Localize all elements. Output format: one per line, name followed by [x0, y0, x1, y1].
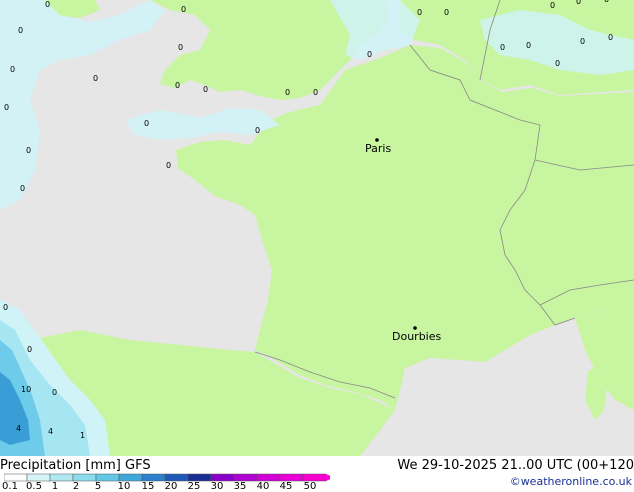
legend-label-10: 35: [233, 481, 247, 492]
grid-value-30: 10: [21, 385, 31, 394]
map-title: Precipitation [mm] GFS: [0, 458, 151, 473]
grid-value-14: 0: [313, 88, 318, 97]
grid-value-12: 0: [255, 126, 260, 135]
legend-label-9: 30: [210, 481, 224, 492]
legend-swatch-1: [26, 473, 51, 482]
grid-value-4: 0: [20, 184, 25, 193]
legend-arrow: [326, 474, 330, 481]
legend-swatch-10: [233, 473, 258, 482]
legend-label-6: 15: [141, 481, 155, 492]
legend-label-13: 50: [303, 481, 317, 492]
legend-swatch-0: [4, 473, 28, 482]
legend-swatch-3: [72, 473, 97, 482]
grid-value-1: 0: [10, 65, 15, 74]
grid-value-10: 0: [203, 85, 208, 94]
grid-value-19: 0: [526, 41, 531, 50]
legend-label-1: 0.5: [26, 481, 42, 492]
grid-value-17: 0: [444, 8, 449, 17]
grid-value-25: 0: [555, 59, 560, 68]
grid-value-28: 0: [27, 345, 32, 354]
legend-swatch-7: [164, 473, 189, 482]
legend-label-3: 2: [72, 481, 80, 492]
map-datetime: We 29-10-2025 21..00 UTC (00+120: [397, 458, 634, 473]
grid-value-8: 0: [93, 74, 98, 83]
legend-label-8: 25: [187, 481, 201, 492]
legend-swatch-8: [187, 473, 212, 482]
grid-value-3: 0: [26, 146, 31, 155]
grid-value-24: 0: [608, 33, 613, 42]
grid-value-16: 0: [417, 8, 422, 17]
grid-value-6: 0: [181, 5, 186, 14]
legend-swatch-2: [49, 473, 74, 482]
grid-value-20: 0: [550, 1, 555, 10]
grid-value-26: 0: [166, 161, 171, 170]
legend-swatch-4: [95, 473, 120, 482]
city-label-paris: Paris: [365, 142, 391, 155]
legend-label-0: 0.1: [2, 481, 18, 492]
legend-label-2: 1: [51, 481, 59, 492]
legend-swatch-9: [210, 473, 235, 482]
legend-label-11: 40: [256, 481, 270, 492]
precipitation-map: 0 0 0 0 0 0 0 0 0 0 0 0 0 0 0 0 0 0 0 0 0 0 0 0 0 0 0 0 0 0 10 4 4 1 Pari…: [0, 0, 634, 456]
legend-swatch-11: [256, 473, 281, 482]
map-credit: ©weatheronline.co.uk: [509, 475, 632, 488]
grid-value-5: 0: [45, 0, 50, 9]
grid-value-33: 1: [80, 431, 85, 440]
grid-value-21: 0: [576, 0, 581, 6]
city-label-dourbies: Dourbies: [392, 330, 442, 343]
grid-value-29: 0: [52, 388, 57, 397]
grid-value-7: 0: [178, 43, 183, 52]
legend-swatch-13: [302, 473, 327, 482]
legend-label-4: 5: [94, 481, 102, 492]
grid-value-13: 0: [285, 88, 290, 97]
grid-value-11: 0: [144, 119, 149, 128]
legend-label-7: 20: [164, 481, 178, 492]
grid-value-22: 0: [604, 0, 609, 4]
grid-value-0: 0: [18, 26, 23, 35]
grid-value-32: 4: [48, 427, 53, 436]
grid-value-9: 0: [175, 81, 180, 90]
legend-swatch-6: [141, 473, 166, 482]
legend-swatch-12: [279, 473, 304, 482]
legend-swatch-5: [118, 473, 143, 482]
legend-label-12: 45: [279, 481, 293, 492]
grid-value-31: 4: [16, 424, 21, 433]
grid-value-23: 0: [580, 37, 585, 46]
legend-label-5: 10: [117, 481, 131, 492]
grid-value-2: 0: [4, 103, 9, 112]
grid-value-15: 0: [367, 50, 372, 59]
grid-value-18: 0: [500, 43, 505, 52]
grid-value-27: 0: [3, 303, 8, 312]
